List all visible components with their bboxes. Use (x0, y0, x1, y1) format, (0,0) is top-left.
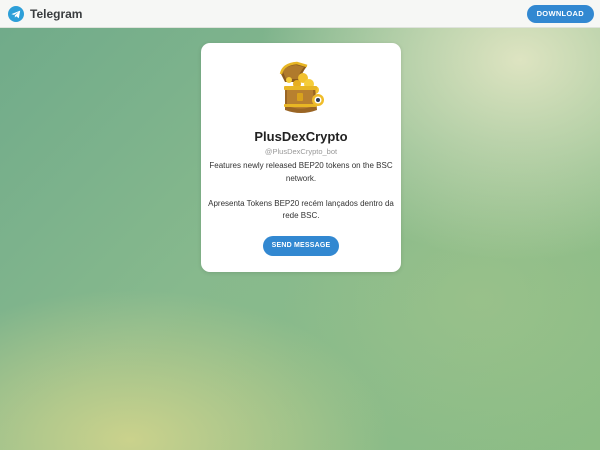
profile-card: PlusDexCrypto @PlusDexCrypto_bot Feature… (201, 43, 401, 272)
bot-username: @PlusDexCrypto_bot (264, 147, 338, 156)
treasure-chest-icon (271, 60, 331, 120)
brand-title[interactable]: Telegram (30, 6, 82, 22)
description-portuguese: Apresenta Tokens BEP20 recém lançados de… (208, 198, 394, 221)
send-message-button[interactable]: SEND MESSAGE (263, 236, 339, 256)
top-bar: Telegram DOWNLOAD (0, 0, 600, 28)
description-english: Features newly released BEP20 tokens on … (209, 161, 393, 183)
download-button[interactable]: DOWNLOAD (526, 5, 594, 23)
bot-name: PlusDexCrypto (254, 129, 348, 144)
telegram-logo-icon[interactable] (8, 6, 24, 22)
bot-description: Features newly released BEP20 tokens on … (207, 160, 395, 223)
